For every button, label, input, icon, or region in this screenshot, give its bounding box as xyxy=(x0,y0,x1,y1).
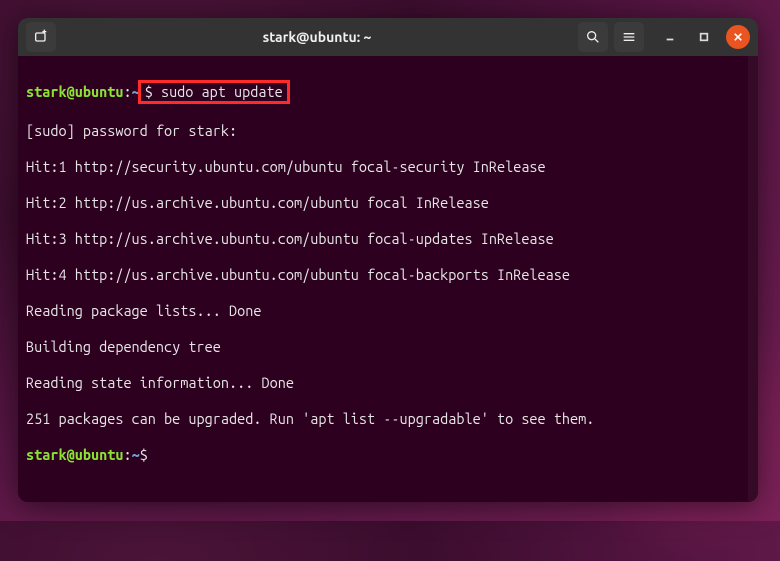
prompt-line-1: stark@ubuntu:~$ sudo apt update xyxy=(26,80,750,104)
minimize-button[interactable] xyxy=(658,25,682,49)
terminal-scrollbar[interactable] xyxy=(748,56,758,502)
menu-button[interactable] xyxy=(614,22,644,52)
terminal-body[interactable]: stark@ubuntu:~$ sudo apt update [sudo] p… xyxy=(18,56,758,502)
prompt-dollar: $ xyxy=(140,446,148,463)
output-line: Hit:3 http://us.archive.ubuntu.com/ubunt… xyxy=(26,230,750,248)
prompt-path: ~ xyxy=(132,446,140,463)
output-line: Hit:4 http://us.archive.ubuntu.com/ubunt… xyxy=(26,266,750,284)
output-line: [sudo] password for stark: xyxy=(26,122,750,140)
output-line: Reading package lists... Done xyxy=(26,302,750,320)
window-controls xyxy=(658,25,750,49)
window-title: stark@ubuntu: ~ xyxy=(62,29,572,45)
prompt-separator: : xyxy=(123,83,131,100)
prompt-line-2: stark@ubuntu:~$ xyxy=(26,446,750,464)
hamburger-icon xyxy=(621,29,637,45)
maximize-icon xyxy=(699,32,709,42)
output-line: Reading state information... Done xyxy=(26,374,750,392)
output-line: Hit:2 http://us.archive.ubuntu.com/ubunt… xyxy=(26,194,750,212)
output-line: 251 packages can be upgraded. Run 'apt l… xyxy=(26,410,750,428)
new-tab-icon xyxy=(33,29,49,45)
search-button[interactable] xyxy=(578,22,608,52)
new-tab-button[interactable] xyxy=(26,22,56,52)
prompt-user: stark@ubuntu xyxy=(26,446,123,463)
terminal-window: stark@ubuntu: ~ stark@ubuntu:~$ sudo apt… xyxy=(18,18,758,502)
output-line: Building dependency tree xyxy=(26,338,750,356)
maximize-button[interactable] xyxy=(692,25,716,49)
prompt-separator: : xyxy=(123,446,131,463)
prompt-user: stark@ubuntu xyxy=(26,83,123,100)
output-line: Hit:1 http://security.ubuntu.com/ubuntu … xyxy=(26,158,750,176)
close-icon xyxy=(733,32,743,42)
minimize-icon xyxy=(665,32,675,42)
close-button[interactable] xyxy=(726,25,750,49)
titlebar[interactable]: stark@ubuntu: ~ xyxy=(18,18,758,56)
highlighted-command: $ sudo apt update xyxy=(138,80,290,104)
search-icon xyxy=(585,29,601,45)
